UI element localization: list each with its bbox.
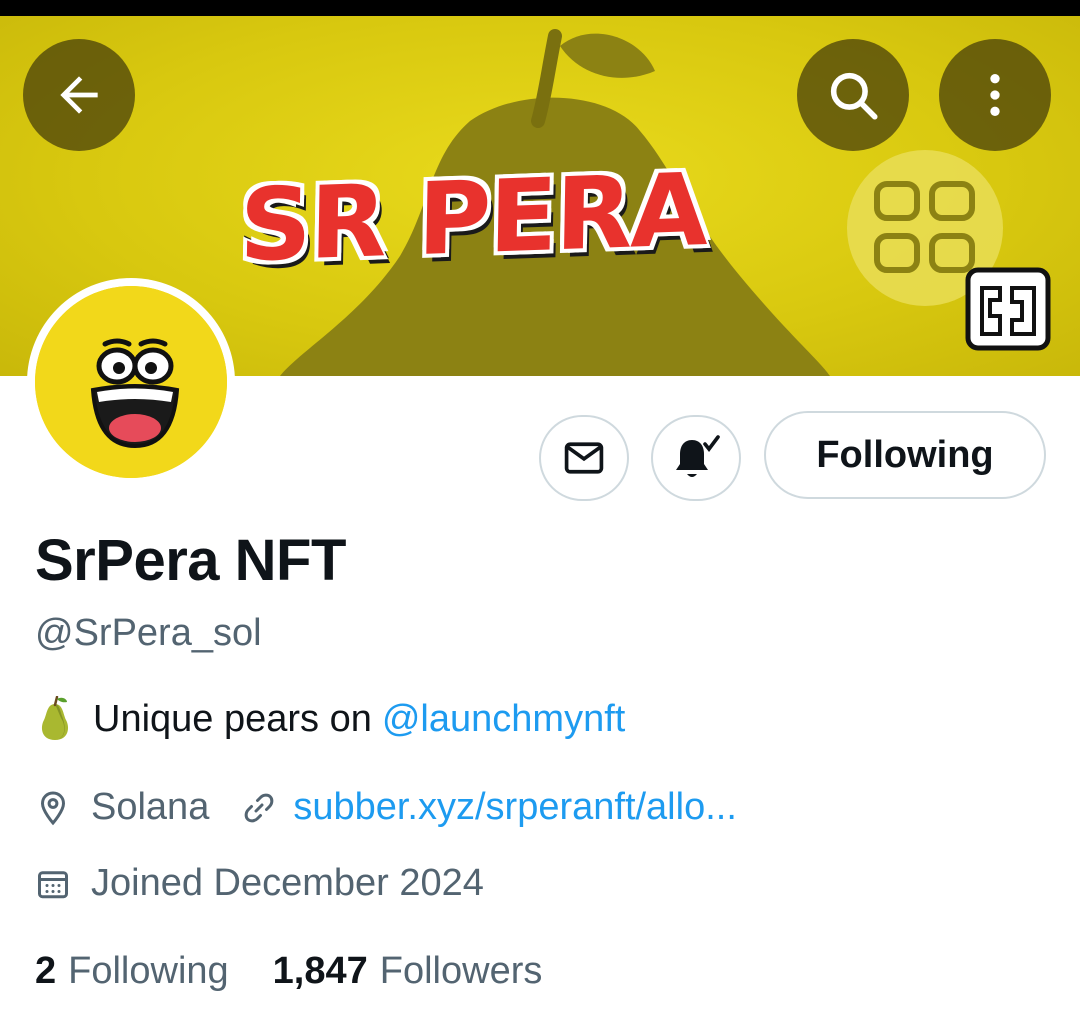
location-pin-icon <box>40 790 66 825</box>
search-button[interactable] <box>797 39 909 151</box>
arrow-left-icon <box>60 76 98 114</box>
joined-row: Joined December 2024 <box>35 862 484 905</box>
website-link[interactable]: subber.xyz/srperanft/allo... <box>293 786 737 829</box>
mail-icon <box>564 442 604 474</box>
following-stat[interactable]: 2 Following <box>35 950 229 993</box>
notifications-button[interactable] <box>651 415 741 501</box>
profile-avatar[interactable] <box>27 278 235 486</box>
followers-stat[interactable]: 1,847 Followers <box>273 950 543 993</box>
following-label: Following <box>68 950 229 992</box>
calendar-icon <box>38 870 68 898</box>
following-button[interactable]: Following <box>764 411 1046 499</box>
avatar-smiley-image <box>35 286 227 478</box>
following-count: 2 <box>35 950 57 992</box>
more-options-button[interactable] <box>939 39 1051 151</box>
followers-label: Followers <box>379 950 543 992</box>
follow-stats: 2 Following 1,847 Followers <box>35 950 542 993</box>
more-vertical-icon <box>990 74 1000 116</box>
handle: @SrPera_sol <box>35 612 262 654</box>
status-bar <box>0 0 1080 16</box>
search-icon <box>830 72 878 120</box>
message-button[interactable] <box>539 415 629 501</box>
bell-check-icon <box>676 435 720 477</box>
profile-bio: Unique pears on @launchmynft <box>35 696 625 742</box>
joined-date: Joined December 2024 <box>91 862 484 904</box>
pear-emoji-icon <box>41 696 69 740</box>
display-name: SrPera NFT <box>35 528 346 593</box>
location-website-row: Solana subber.xyz/srperanft/allo... <box>35 786 737 829</box>
location-text: Solana <box>91 786 210 828</box>
banner-title: SR PERA <box>236 148 710 287</box>
bio-mention-link[interactable]: @launchmynft <box>382 698 625 741</box>
followers-count: 1,847 <box>272 950 368 992</box>
back-button[interactable] <box>23 39 135 151</box>
link-icon <box>244 793 274 822</box>
bio-text: Unique pears on <box>93 697 372 740</box>
